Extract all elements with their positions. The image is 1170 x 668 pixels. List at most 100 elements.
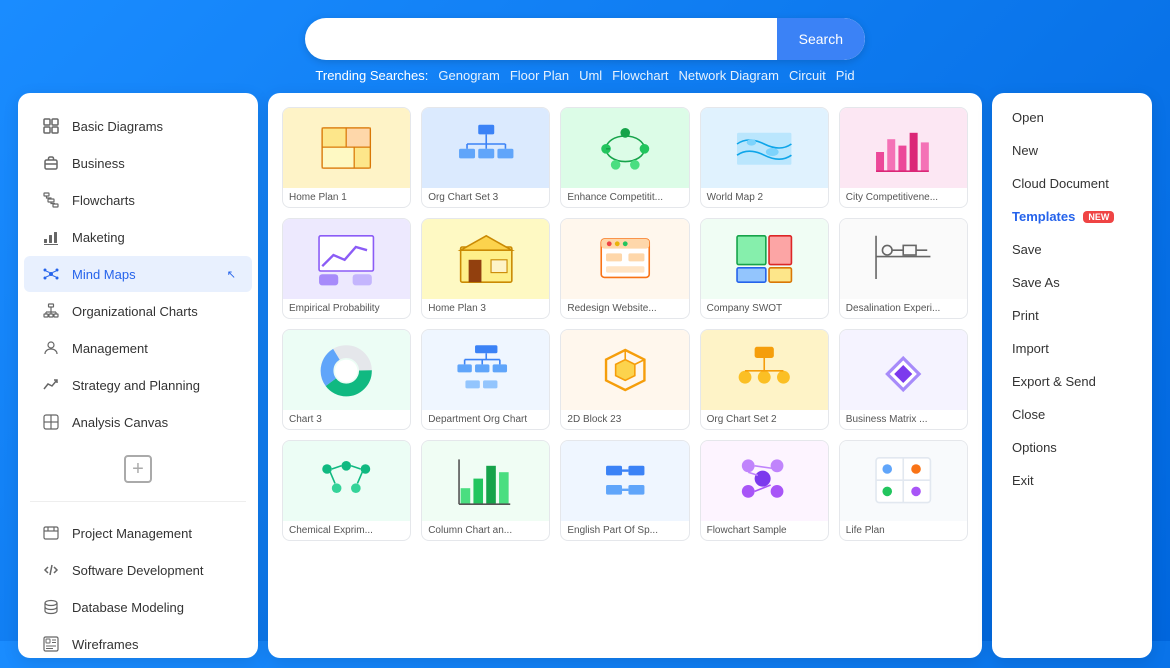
panel-save[interactable]: Save [992, 233, 1152, 266]
template-diagram [846, 231, 960, 287]
template-card[interactable]: Company SWOT [700, 218, 829, 319]
panel-close-label: Close [1012, 407, 1045, 422]
right-panel: Open New Cloud Document Templates NEW Sa… [992, 93, 1152, 658]
template-thumbnail [422, 108, 549, 188]
sidebar-item-mindmaps[interactable]: Mind Maps ↖ [24, 256, 252, 292]
trending-network[interactable]: Network Diagram [679, 68, 779, 83]
template-thumbnail [701, 108, 828, 188]
template-card[interactable]: World Map 2 [700, 107, 829, 208]
template-diagram [568, 453, 682, 509]
sidebar-item-wireframes[interactable]: Wireframes [24, 626, 252, 658]
template-label: Business Matrix ... [840, 410, 967, 429]
template-thumbnail [561, 330, 688, 410]
template-diagram [429, 453, 543, 509]
template-label: Chemical Exprim... [283, 521, 410, 540]
template-card[interactable]: Business Matrix ... [839, 329, 968, 430]
template-diagram [429, 231, 543, 287]
trending-pid[interactable]: Pid [836, 68, 855, 83]
template-card[interactable]: 2D Block 23 [560, 329, 689, 430]
template-card[interactable]: Chart 3 [282, 329, 411, 430]
template-thumbnail [283, 108, 410, 188]
template-card[interactable]: Flowchart Sample [700, 440, 829, 541]
sidebar-item-org-charts[interactable]: Organizational Charts [24, 293, 252, 329]
sidebar-item-database[interactable]: Database Modeling [24, 589, 252, 625]
sidebar-label: Project Management [72, 526, 192, 541]
template-label: Org Chart Set 2 [701, 410, 828, 429]
template-label: 2D Block 23 [561, 410, 688, 429]
template-diagram [289, 453, 403, 509]
template-label: Redesign Website... [561, 299, 688, 318]
trending-circuit[interactable]: Circuit [789, 68, 826, 83]
template-label: Home Plan 1 [283, 188, 410, 207]
template-card[interactable]: Home Plan 3 [421, 218, 550, 319]
sidebar-item-basic-diagrams[interactable]: Basic Diagrams [24, 108, 252, 144]
template-card[interactable]: Enhance Competitit... [560, 107, 689, 208]
panel-close[interactable]: Close [992, 398, 1152, 431]
template-card[interactable]: Org Chart Set 2 [700, 329, 829, 430]
template-label: World Map 2 [701, 188, 828, 207]
org-icon [40, 300, 62, 322]
template-card[interactable]: Org Chart Set 3 [421, 107, 550, 208]
software-icon [40, 559, 62, 581]
sidebar-item-management[interactable]: Management [24, 330, 252, 366]
template-thumbnail [561, 108, 688, 188]
panel-exit[interactable]: Exit [992, 464, 1152, 497]
panel-save-label: Save [1012, 242, 1042, 257]
sidebar-item-flowcharts[interactable]: Flowcharts [24, 182, 252, 218]
panel-templates[interactable]: Templates NEW [992, 200, 1152, 233]
trending-floorplan[interactable]: Floor Plan [510, 68, 569, 83]
template-card[interactable]: City Competitivene... [839, 107, 968, 208]
search-input[interactable] [305, 18, 777, 60]
trending-flowchart[interactable]: Flowchart [612, 68, 668, 83]
template-card[interactable]: Desalination Experi... [839, 218, 968, 319]
sidebar-item-project-mgmt[interactable]: Project Management [24, 515, 252, 551]
template-label: City Competitivene... [840, 188, 967, 207]
sidebar-label: Business [72, 156, 125, 171]
template-thumbnail [561, 219, 688, 299]
manage-icon [40, 337, 62, 359]
template-diagram [707, 342, 821, 398]
template-thumbnail [701, 441, 828, 521]
trending-genogram[interactable]: Genogram [438, 68, 499, 83]
template-content: Home Plan 1 Org Chart Set 3 Enhance Comp… [268, 93, 982, 658]
template-card[interactable]: English Part Of Sp... [560, 440, 689, 541]
template-card[interactable]: Redesign Website... [560, 218, 689, 319]
panel-open[interactable]: Open [992, 101, 1152, 134]
template-label: Department Org Chart [422, 410, 549, 429]
panel-print[interactable]: Print [992, 299, 1152, 332]
trending-label: Trending Searches: [315, 68, 428, 83]
panel-options[interactable]: Options [992, 431, 1152, 464]
sidebar-item-business[interactable]: Business [24, 145, 252, 181]
template-thumbnail [422, 441, 549, 521]
template-diagram [846, 453, 960, 509]
panel-import[interactable]: Import [992, 332, 1152, 365]
search-button[interactable]: Search [777, 18, 865, 60]
template-card[interactable]: Chemical Exprim... [282, 440, 411, 541]
template-card[interactable]: Department Org Chart [421, 329, 550, 430]
panel-cloud[interactable]: Cloud Document [992, 167, 1152, 200]
sidebar-item-analysis[interactable]: Analysis Canvas [24, 404, 252, 440]
panel-import-label: Import [1012, 341, 1049, 356]
template-diagram [568, 120, 682, 176]
wireframe-icon [40, 633, 62, 655]
template-diagram [707, 231, 821, 287]
trending-uml[interactable]: Uml [579, 68, 602, 83]
template-card[interactable]: Empirical Probability [282, 218, 411, 319]
new-diagram-button[interactable]: + [124, 455, 152, 483]
template-thumbnail [283, 219, 410, 299]
sidebar-item-strategy[interactable]: Strategy and Planning [24, 367, 252, 403]
panel-export[interactable]: Export & Send [992, 365, 1152, 398]
new-badge: NEW [1083, 211, 1114, 223]
sidebar-item-maketing[interactable]: Maketing [24, 219, 252, 255]
template-card[interactable]: Life Plan [839, 440, 968, 541]
panel-save-as[interactable]: Save As [992, 266, 1152, 299]
template-card[interactable]: Column Chart an... [421, 440, 550, 541]
template-thumbnail [701, 330, 828, 410]
template-thumbnail [561, 441, 688, 521]
sidebar-bottom-section: Project Management Software Development … [18, 510, 258, 658]
panel-new[interactable]: New [992, 134, 1152, 167]
sidebar-item-software-dev[interactable]: Software Development [24, 552, 252, 588]
sidebar-divider [30, 501, 246, 502]
template-card[interactable]: Home Plan 1 [282, 107, 411, 208]
sidebar-top-section: Basic Diagrams Business Flowcharts Maket… [18, 103, 258, 445]
